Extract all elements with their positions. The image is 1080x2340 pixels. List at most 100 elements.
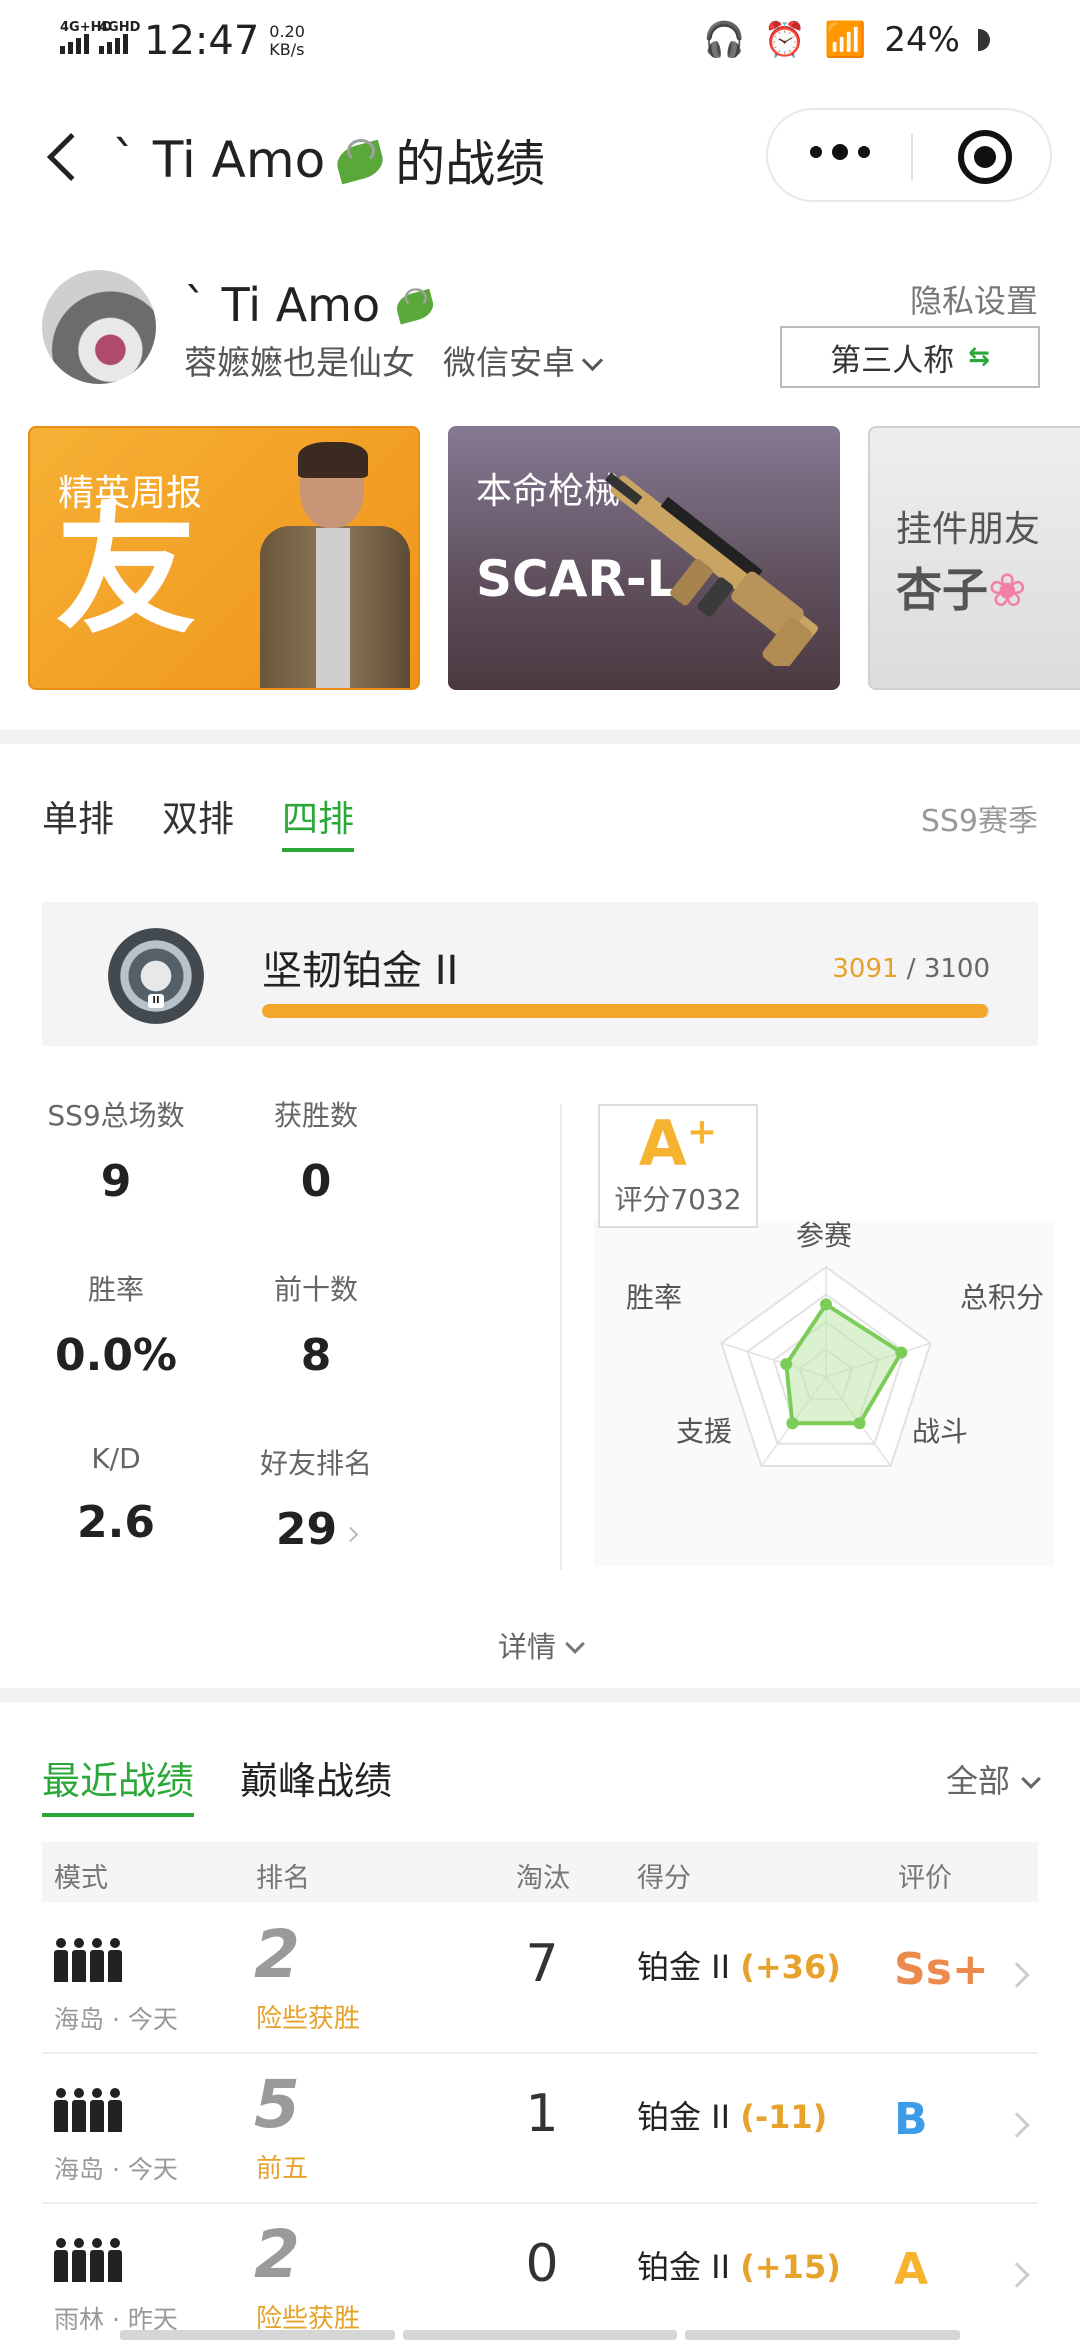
profile-signature: 蓉嬷嬷也是仙女 bbox=[184, 343, 415, 382]
squad-mode-icon bbox=[54, 2238, 122, 2282]
score-delta: (-11) bbox=[740, 2098, 828, 2136]
stat-value: 29 bbox=[216, 1504, 416, 1555]
avatar[interactable] bbox=[42, 270, 156, 384]
leaf-emoji-icon bbox=[333, 137, 387, 183]
radar-label-combat: 战斗 bbox=[912, 1415, 969, 1448]
stat-friend-rank[interactable]: 好友排名 29 bbox=[216, 1442, 416, 1555]
radar-chart bbox=[720, 1265, 932, 1467]
battery-icon bbox=[978, 29, 990, 51]
privacy-settings-link[interactable]: 隐私设置 bbox=[910, 276, 1038, 322]
rank-score-separator: / bbox=[898, 954, 924, 984]
tab-duo[interactable]: 双排 bbox=[162, 790, 234, 842]
record-tabs: 最近战绩 巅峰战绩 全部 bbox=[0, 1742, 1080, 1822]
close-miniprogram-button[interactable] bbox=[958, 130, 1012, 184]
stats-grid: SS9总场数 9 获胜数 0 胜率 0.0% 前十数 8 K/D 2.6 好友排… bbox=[0, 1094, 560, 1574]
section-divider bbox=[0, 730, 1080, 744]
table-header: 模式 排名 淘汰 得分 评价 bbox=[42, 1842, 1038, 1902]
radar-point-总积分 bbox=[895, 1346, 908, 1359]
stat-value: 2.6 bbox=[77, 1497, 155, 1548]
clock: 12:47 bbox=[144, 18, 260, 64]
header-score: 得分 bbox=[637, 1863, 691, 1894]
more-button[interactable] bbox=[810, 144, 870, 160]
card-value: 杏子❀ bbox=[896, 554, 1027, 620]
stat-wins: 获胜数 0 bbox=[216, 1094, 416, 1207]
tab-peak-records[interactable]: 巅峰战绩 bbox=[240, 1750, 392, 1805]
stat-label: SS9总场数 bbox=[47, 1099, 185, 1132]
chevron-right-icon bbox=[1004, 2262, 1030, 2288]
match-rank: 5 bbox=[254, 2066, 300, 2143]
match-score: 铂金 II (+36) bbox=[637, 1942, 841, 1988]
table-row[interactable]: 海岛 · 今天 2 险些获胜 7 铂金 II (+36) Ss+ bbox=[42, 1904, 1038, 2054]
header-kills: 淘汰 bbox=[516, 1863, 570, 1894]
feature-cards: 精英周报 友 本命枪械 SCAR-L 挂件朋友 杏子❀ bbox=[0, 426, 1080, 692]
stat-kd: K/D 2.6 bbox=[16, 1442, 216, 1548]
stat-value: 8 bbox=[300, 1330, 332, 1381]
stat-value: 0.0% bbox=[54, 1330, 178, 1381]
alarm-icon: ⏰ bbox=[763, 20, 807, 60]
details-toggle[interactable]: 详情 bbox=[0, 1624, 1080, 1666]
friend-rank-value: 29 bbox=[275, 1504, 338, 1555]
score-delta: (+36) bbox=[740, 1948, 841, 1986]
squad-mode-icon bbox=[54, 1938, 122, 1982]
tab-recent-records[interactable]: 最近战绩 bbox=[42, 1750, 195, 1817]
match-score: 铂金 II (+15) bbox=[637, 2242, 841, 2288]
radar-label-support: 支援 bbox=[676, 1415, 733, 1448]
stat-win-rate: 胜率 0.0% bbox=[16, 1268, 216, 1381]
match-rating: A bbox=[894, 2244, 929, 2295]
miniprogram-capsule bbox=[766, 108, 1052, 202]
match-kills: 1 bbox=[525, 2084, 559, 2144]
chevron-right-icon bbox=[1004, 1962, 1030, 1988]
wifi-icon: 📶 bbox=[824, 20, 867, 60]
match-tier: 铂金 II bbox=[637, 2248, 731, 2286]
platinum-rank-badge-icon: II bbox=[108, 928, 204, 1024]
network-speed: 0.20 KB/s bbox=[269, 23, 305, 59]
tab-squad[interactable]: 四排 bbox=[282, 790, 355, 852]
rifle-image bbox=[604, 472, 818, 666]
friend-name: 杏子 bbox=[896, 563, 988, 617]
radar-point-参赛 bbox=[820, 1298, 832, 1311]
stat-total-games: SS9总场数 9 bbox=[16, 1094, 216, 1207]
cherry-blossom-icon: ❀ bbox=[988, 563, 1027, 617]
rank-current-points: 3091 bbox=[832, 954, 899, 984]
section-divider bbox=[0, 1688, 1080, 1702]
card-value: 友 bbox=[56, 490, 197, 653]
radar-label-win-rate: 胜率 bbox=[626, 1281, 683, 1314]
map-day: 海岛 · 今天 bbox=[54, 2155, 178, 2184]
stat-label: K/D bbox=[91, 1442, 141, 1475]
pendant-friend-card[interactable]: 挂件朋友 杏子❀ bbox=[868, 426, 1080, 690]
swap-icon: ⇆ bbox=[968, 342, 990, 372]
match-rating: Ss+ bbox=[894, 1944, 989, 1995]
rank-name: 坚韧铂金 II bbox=[262, 948, 459, 994]
signature-weapon-card[interactable]: 本命枪械 SCAR-L bbox=[448, 426, 840, 690]
signal-icon: 4G+HD bbox=[60, 20, 112, 54]
perspective-label: 第三人称 bbox=[830, 342, 955, 379]
elite-weekly-card[interactable]: 精英周报 友 bbox=[28, 426, 420, 690]
score-delta: (+15) bbox=[740, 2248, 841, 2286]
stat-value: 9 bbox=[100, 1156, 132, 1207]
map-day: 海岛 · 今天 bbox=[54, 2005, 178, 2034]
nav-bar: ` Ti Amo 的战绩 bbox=[0, 100, 1080, 212]
page-title-suffix: 的战绩 bbox=[395, 135, 546, 193]
filter-dropdown[interactable]: 全部 bbox=[946, 1756, 1038, 1802]
stat-label: 获胜数 bbox=[273, 1099, 358, 1132]
rank-target-points: 3100 bbox=[923, 954, 990, 984]
back-button[interactable] bbox=[40, 122, 100, 192]
table-row[interactable]: 雨林 · 昨天 2 险些获胜 0 铂金 II (+15) A bbox=[42, 2204, 1038, 2340]
leaf-emoji-icon bbox=[394, 287, 437, 324]
bottom-scroll-indicator bbox=[120, 2330, 961, 2340]
perspective-toggle-button[interactable]: 第三人称 ⇆ bbox=[780, 326, 1040, 388]
stat-top-ten: 前十数 8 bbox=[216, 1268, 416, 1381]
page-title-name: ` Ti Amo bbox=[112, 131, 326, 189]
back-arrow-icon bbox=[46, 132, 96, 182]
radar-point-支援 bbox=[786, 1417, 799, 1430]
match-rank: 2 bbox=[254, 2216, 300, 2293]
page-title: ` Ti Amo 的战绩 bbox=[112, 124, 545, 196]
tab-solo[interactable]: 单排 bbox=[42, 790, 114, 842]
squad-mode-icon bbox=[54, 2088, 122, 2132]
season-label[interactable]: SS9赛季 bbox=[921, 796, 1038, 840]
platform-selector[interactable]: 微信安卓 bbox=[443, 336, 600, 384]
table-row[interactable]: 海岛 · 今天 5 前五 1 铂金 II (-11) B bbox=[42, 2054, 1038, 2204]
radar-point-胜率 bbox=[780, 1358, 793, 1371]
chevron-right-icon bbox=[342, 1526, 359, 1543]
stats-divider bbox=[560, 1104, 562, 1570]
